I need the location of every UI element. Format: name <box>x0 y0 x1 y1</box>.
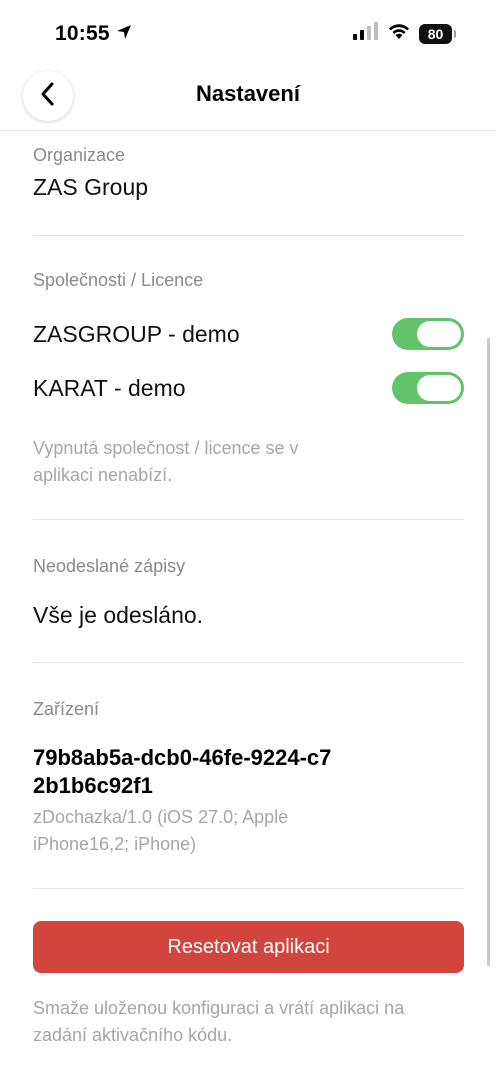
settings-content: Organizace ZAS Group Společnosti / Licen… <box>33 131 464 1049</box>
company-name: ZASGROUP - demo <box>33 320 240 347</box>
companies-note: Vypnutá společnost / licence se v aplika… <box>33 438 299 485</box>
status-time: 10:55 <box>55 22 132 46</box>
company-name: KARAT - demo <box>33 374 186 401</box>
toggle-knob <box>417 375 461 401</box>
company-toggle-zasgroup[interactable] <box>392 318 464 350</box>
unsent-status: Vše je odesláno. <box>33 602 204 628</box>
toggle-knob <box>417 321 461 347</box>
navigation-bar: Nastavení <box>0 68 496 131</box>
wifi-icon <box>387 22 411 45</box>
reset-app-button[interactable]: Resetovat aplikaci <box>33 921 464 973</box>
battery-level: 80 <box>427 25 444 42</box>
organization-value: ZAS Group <box>33 174 149 200</box>
device-section: Zařízení 79b8ab5a-dcb0-46fe-9224-c72b1b6… <box>33 663 464 858</box>
device-user-agent: zDochazka/1.0 (iOS 27.0; Apple iPhone16,… <box>33 807 289 854</box>
company-row: ZASGROUP - demo <box>33 307 464 361</box>
battery-icon: 80 <box>419 23 456 44</box>
device-id: 79b8ab5a-dcb0-46fe-9224-c72b1b6c92f1 <box>33 745 332 798</box>
page-title: Nastavení <box>196 81 300 106</box>
device-label: Zařízení <box>33 699 100 719</box>
status-indicators: 80 <box>353 22 456 45</box>
reset-note: Smaže uloženou konfiguraci a vrátí aplik… <box>33 998 405 1045</box>
status-bar: 10:55 80 <box>0 0 496 68</box>
organization-section: Organizace ZAS Group <box>33 131 464 201</box>
company-row: KARAT - demo <box>33 361 464 415</box>
organization-label: Organizace <box>33 145 126 165</box>
company-toggle-karat[interactable] <box>392 372 464 404</box>
cellular-signal-icon <box>353 22 379 45</box>
companies-label: Společnosti / Licence <box>33 270 204 290</box>
companies-section: Společnosti / Licence ZASGROUP - demo KA… <box>33 236 464 489</box>
unsent-label: Neodeslané zápisy <box>33 556 186 576</box>
scrollbar[interactable] <box>487 338 490 966</box>
divider <box>33 888 464 889</box>
unsent-section: Neodeslané zápisy Vše je odesláno. <box>33 520 464 629</box>
location-arrow-icon <box>116 22 132 46</box>
time-text: 10:55 <box>55 22 110 45</box>
